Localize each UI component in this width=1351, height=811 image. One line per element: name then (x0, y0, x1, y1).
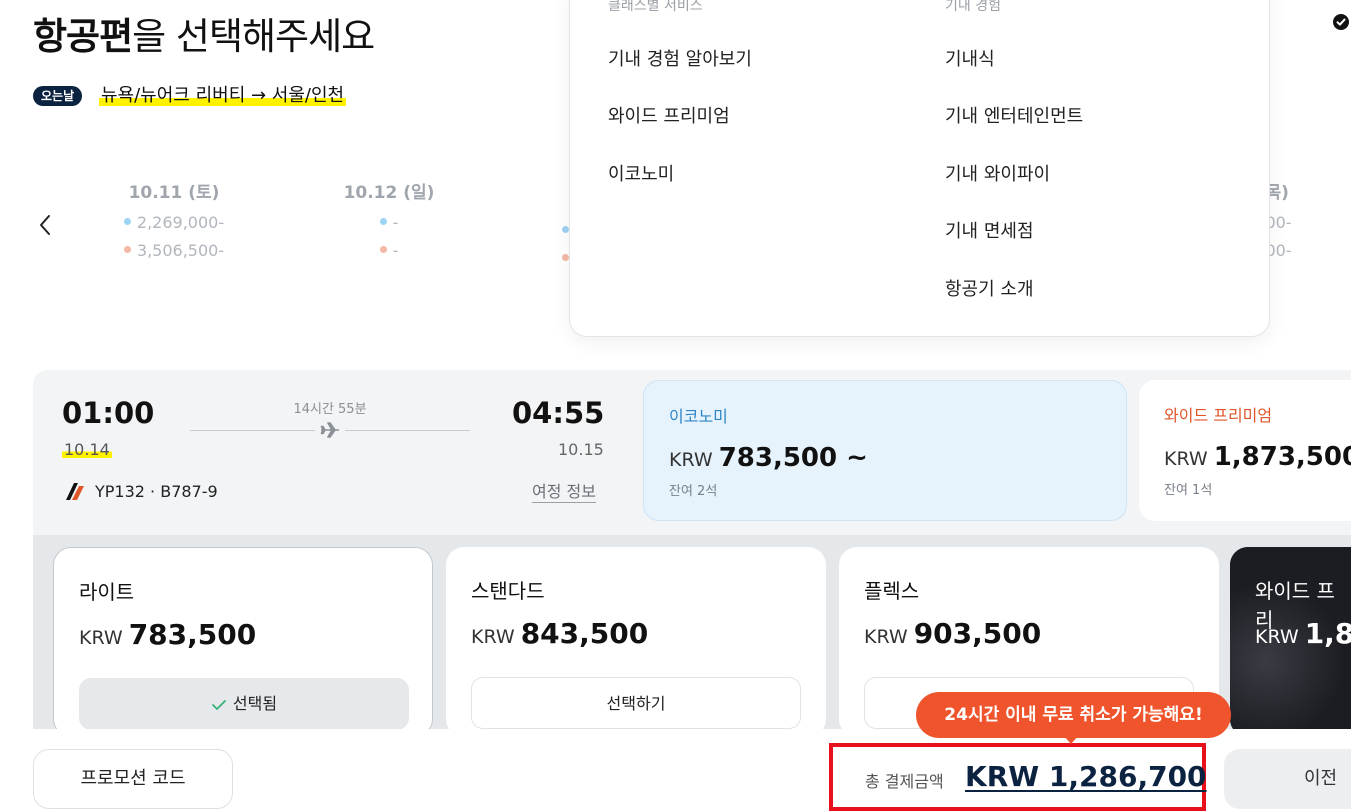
direction-badge: 오는날 (33, 86, 83, 106)
bundle-card-wide-premium[interactable]: 와이드 프리 KRW1,87 (1230, 547, 1351, 737)
menu-column-header: 기내 경험 (945, 0, 1001, 14)
free-cancel-tooltip: 24시간 이내 무료 취소가 가능해요! (916, 692, 1231, 738)
bundle-name: 스탠다드 (471, 579, 545, 603)
bundle-name: 라이트 (79, 580, 135, 604)
fare-card-wide-premium[interactable]: 와이드 프리미엄 KRW1,873,500 ~ 잔여 1석 (1139, 380, 1351, 521)
fare-card-economy[interactable]: 이코노미 KRW 783,500 ~ 잔여 2석 (643, 380, 1127, 521)
economy-price: - (392, 213, 399, 232)
itinerary-info-link[interactable]: 여정 정보 (532, 482, 596, 503)
bundle-card-lite[interactable]: 라이트 KRW 783,500 선택됨 (53, 547, 433, 737)
fare-name: 이코노미 (669, 407, 728, 426)
bundle-price: KRW 783,500 (79, 618, 257, 651)
economy-dot-icon (379, 218, 387, 225)
wide-price: - (392, 241, 399, 260)
departure-date: 10.14 (62, 440, 112, 459)
selected-button[interactable]: 선택됨 (79, 678, 409, 730)
bundle-card-standard[interactable]: 스탠다드 KRW 843,500 선택하기 (446, 547, 826, 737)
date-label: 10.11 (토) (128, 183, 220, 203)
page-title: 항공편을 선택해주세요 (33, 15, 375, 58)
menu-item-entertainment[interactable]: 기내 엔터테인먼트 (945, 102, 1083, 128)
prev-button[interactable]: 이전 (1224, 749, 1351, 809)
seats-remaining: 잔여 2석 (669, 484, 718, 499)
menu-item-aircraft[interactable]: 항공기 소개 (945, 275, 1034, 301)
wide-dot-icon (379, 246, 387, 253)
total-payment[interactable]: 총 결제금액 KRW 1,286,700 (829, 743, 1207, 811)
class-service-menu: 클래스별 서비스 기내 경험 기내 경험 알아보기 와이드 프리미엄 이코노미 … (569, 0, 1270, 337)
wide-price: 3,506,500- (136, 241, 225, 260)
arrival-time: 04:55 (512, 396, 605, 430)
date-option[interactable]: 10.12 (일) - - (299, 182, 479, 262)
airline-logo-icon (64, 481, 86, 501)
fare-name: 와이드 프리미엄 (1164, 406, 1273, 425)
wide-dot-icon (123, 246, 131, 253)
total-amount[interactable]: KRW 1,286,700 (965, 760, 1207, 793)
route-line (345, 430, 470, 431)
date-option[interactable]: 10.11 (토) 2,269,000- 3,506,500- (84, 182, 264, 262)
flight-duration: 14시간 55분 (293, 402, 367, 417)
date-label: 10.12 (일) (343, 183, 435, 203)
menu-item-wifi[interactable]: 기내 와이파이 (945, 160, 1050, 186)
chevron-left-icon[interactable] (36, 212, 56, 238)
departure-time: 01:00 (62, 396, 155, 430)
arrival-date: 10.15 (558, 440, 604, 459)
route-line (190, 430, 315, 431)
route-text: 뉴욕/뉴어크 리버티 → 서울/인천 (99, 84, 347, 108)
bundle-name: 플렉스 (864, 579, 920, 603)
seats-remaining: 잔여 1석 (1164, 483, 1213, 498)
economy-price: 2,269,000- (136, 213, 225, 232)
menu-item-economy[interactable]: 이코노미 (608, 160, 674, 186)
promo-code-button[interactable]: 프로모션 코드 (33, 749, 233, 809)
economy-dot-icon (123, 218, 131, 225)
menu-item-duty-free[interactable]: 기내 면세점 (945, 217, 1034, 243)
menu-item-wide-premium[interactable]: 와이드 프리미엄 (608, 102, 730, 128)
bundle-price: KRW 903,500 (864, 617, 1042, 650)
fare-price: KRW 783,500 ~ (669, 443, 868, 473)
bundle-price: KRW 843,500 (471, 617, 649, 650)
total-label: 총 결제금액 (865, 772, 944, 791)
checkmark-icon (212, 699, 226, 710)
select-button[interactable]: 선택하기 (471, 677, 801, 729)
bundle-price: KRW1,87 (1255, 617, 1351, 650)
flight-number: YP132 · B787-9 (95, 482, 218, 501)
airplane-icon (320, 421, 340, 439)
check-circle-icon (1333, 14, 1349, 30)
menu-column-header: 클래스별 서비스 (608, 0, 703, 14)
menu-item-meals[interactable]: 기내식 (945, 45, 995, 71)
tooltip-tail (1064, 736, 1078, 744)
menu-item-cabin-experience[interactable]: 기내 경험 알아보기 (608, 45, 752, 71)
fare-price: KRW1,873,500 ~ (1164, 442, 1351, 472)
